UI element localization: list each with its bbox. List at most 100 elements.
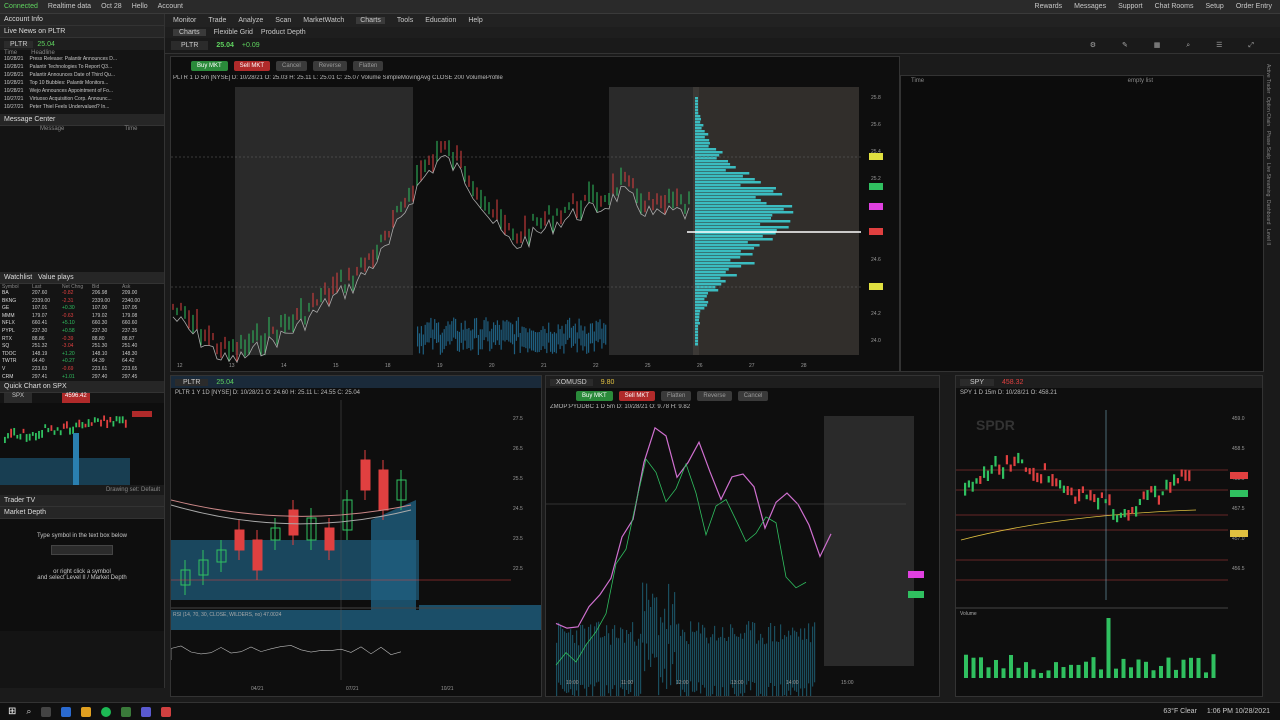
watchlist-row[interactable]: TDOC 148.19 +1.20 148.10 148.30 (0, 351, 164, 359)
watchlist-name[interactable]: Value plays (38, 274, 74, 281)
news-item[interactable]: 10/28/21 Top 10 Bubbles: Palantir Monitor… (0, 80, 164, 88)
status-account[interactable]: Account (158, 3, 183, 10)
setup-link[interactable]: Setup (1206, 3, 1224, 10)
watchlist-row[interactable]: NFLX 660.41 +5.10 660.30 660.60 (0, 320, 164, 328)
watchlist-row[interactable]: MMM 179.07 -0.63 179.02 179.08 (0, 313, 164, 321)
chart-spy[interactable]: SPY 458.32 SPY 1 D 15m D: 10/28/21 O: 45… (955, 375, 1263, 697)
c3-volume-bar (726, 640, 728, 696)
sell-mkt-button[interactable]: Sell MKT (233, 61, 271, 71)
search-icon[interactable]: ⌕ (26, 706, 31, 717)
spotify-icon[interactable] (101, 706, 112, 717)
watchlist-row[interactable]: RTX 88.86 -0.39 88.80 88.87 (0, 336, 164, 344)
wl-cell-l: 223.63 (32, 365, 48, 372)
news-item[interactable]: 10/28/21 Palantir Technologies To Report … (0, 64, 164, 72)
news-item[interactable]: 10/27/21 Virtuoso Acquisition Corp. Annou… (0, 96, 164, 104)
rewards-link[interactable]: Rewards (1035, 3, 1063, 10)
news-item[interactable]: 10/27/21 Peter Thiel Feels Undervalued? I… (0, 104, 164, 112)
x-tick: 18 (385, 363, 391, 369)
watchlist-row[interactable]: TWTR 64.40 +0.27 64.39 64.42 (0, 358, 164, 366)
thinkorswim-icon[interactable] (121, 706, 132, 717)
menu-analyze[interactable]: Analyze (238, 17, 263, 24)
weather-widget[interactable]: 63°F Clear (1163, 708, 1197, 715)
tab-dashboard[interactable]: Dashboard (1265, 200, 1271, 224)
news-item[interactable]: 10/28/21 Press Release: Palantir Announce… (0, 56, 164, 64)
news-item[interactable]: 10/28/21 Palantir Announces Date of Third… (0, 72, 164, 80)
trader-tv-header[interactable]: Trader TV (0, 495, 164, 508)
chart-xom-intraday[interactable]: XOMUSD 9.80 Buy MKT Sell MKT Flatten Rev… (545, 375, 940, 697)
account-info-header[interactable]: Account Info (0, 14, 164, 26)
order-entry-link[interactable]: Order Entry (1236, 3, 1272, 10)
message-center-header[interactable]: Message Center (0, 114, 164, 126)
edge-icon[interactable] (61, 706, 72, 717)
c3-buy-button[interactable]: Buy MKT (576, 391, 613, 401)
chatrooms-link[interactable]: Chat Rooms (1155, 3, 1194, 10)
main-chart[interactable]: Buy MKT Sell MKT Cancel Reverse Flatten … (170, 56, 900, 372)
watchlist-header[interactable]: Watchlist Value plays (0, 272, 164, 284)
tab-active-trader[interactable]: Active Trader (1265, 64, 1271, 93)
quick-chart[interactable] (0, 403, 164, 486)
menu-trade[interactable]: Trade (208, 17, 226, 24)
menu-education[interactable]: Education (425, 17, 456, 24)
tab-level-ii[interactable]: Level II (1265, 229, 1271, 245)
buy-mkt-button[interactable]: Buy MKT (191, 61, 228, 71)
menu-monitor[interactable]: Monitor (173, 17, 196, 24)
menu-charts[interactable]: Charts (356, 17, 385, 24)
reverse-button[interactable]: Reverse (312, 61, 348, 71)
folder-icon[interactable] (81, 706, 92, 717)
c3-afterhours-shade (824, 416, 914, 666)
c3-symbol-input[interactable]: XOMUSD (550, 378, 593, 386)
menu-help[interactable]: Help (468, 17, 482, 24)
windows-start-icon[interactable]: ⊞ (8, 706, 16, 717)
c3-flatten-button[interactable]: Flatten (661, 391, 692, 401)
toolbar-icons[interactable]: ⚙ ✎ ▦ ⌕ ☰ ⤢ (1090, 41, 1280, 50)
tab-live-streaming[interactable]: Live Streaming (1265, 163, 1271, 196)
watchlist-row[interactable]: BKNG 2339.00 -2.31 2339.00 2340.00 (0, 298, 164, 306)
quick-chart-header[interactable]: Quick Chart on SPX (0, 381, 164, 394)
c4-candle (1150, 486, 1153, 493)
messages-link[interactable]: Messages (1074, 3, 1106, 10)
c3-header: ZMOP:PYDDBC 1 D 5m D: 10/28/21 O: 9.78 H… (550, 404, 691, 410)
col-message[interactable]: Message (40, 126, 64, 132)
watchlist-row[interactable]: SQ 251.32 -3.04 251.30 251.40 (0, 343, 164, 351)
menu-marketwatch[interactable]: MarketWatch (303, 17, 344, 24)
c3-sell-button[interactable]: Sell MKT (618, 391, 656, 401)
task-view-icon[interactable] (41, 706, 52, 717)
live-news-header[interactable]: Live News on PLTR (0, 26, 164, 38)
support-link[interactable]: Support (1118, 3, 1143, 10)
watchlist-row[interactable]: GE 107.01 +0.30 107.00 107.05 (0, 305, 164, 313)
chart-pltr-daily[interactable]: PLTR 25.04 PLTR 1 Y 1D [NYSE] D: 10/28/2… (170, 375, 542, 697)
volume-profile-bar (695, 328, 698, 331)
flatten-button[interactable]: Flatten (353, 61, 384, 71)
qc-drawing-set[interactable]: Drawing set: Default (106, 487, 164, 493)
c4-symbol-input[interactable]: SPY (960, 378, 995, 386)
news-symbol-input[interactable]: PLTR (4, 40, 34, 48)
tab-charts[interactable]: Charts (173, 29, 206, 36)
tab-product-depth[interactable]: Product Depth (261, 29, 306, 36)
col-msg-time[interactable]: Time (124, 126, 137, 132)
c2-symbol-input[interactable]: PLTR (175, 378, 209, 386)
app-icon[interactable] (141, 706, 152, 717)
menu-scan[interactable]: Scan (275, 17, 291, 24)
market-depth-header[interactable]: Market Depth (0, 507, 164, 520)
c3-reverse-button[interactable]: Reverse (697, 391, 732, 401)
watchlist-row[interactable]: PYPL 237.30 +0.58 237.30 237.35 (0, 328, 164, 336)
watchlist-row[interactable]: V 223.63 -0.69 223.61 223.65 (0, 366, 164, 374)
c2-plot[interactable]: 27.5 26.5 25.5 24.5 23.5 22.5 RSI (14, 70, 30,… (171, 400, 541, 696)
tab-flexible-grid[interactable]: Flexible Grid (214, 29, 253, 36)
watchlist-row[interactable]: CRM 297.41 +1.01 297.40 297.45 (0, 374, 164, 382)
clock[interactable]: 1:06 PM 10/28/2021 (1207, 708, 1280, 715)
c3-plot[interactable]: 10:00 11:00 12:00 13:00 14:00 15:00 (546, 416, 939, 696)
c4-plot[interactable]: SPDRVolume459.0458.5458.0457.5457.0456.5 (956, 400, 1262, 696)
c3-cancel-button[interactable]: Cancel (737, 391, 769, 401)
md-symbol-input[interactable] (51, 545, 113, 556)
qc-symbol-input[interactable]: SPX (4, 393, 33, 404)
main-price-plot[interactable]: 25.825.625.425.225.024.824.624.424.224.0… (171, 87, 899, 371)
news-item[interactable]: 10/28/21 Wejo Announces Appointment of Fo… (0, 88, 164, 96)
chart-symbol-input[interactable]: PLTR (171, 41, 209, 50)
tab-option-chain[interactable]: Option Chain (1265, 97, 1271, 126)
menu-tools[interactable]: Tools (397, 17, 413, 24)
app-icon-2[interactable] (161, 706, 172, 717)
cancel-button[interactable]: Cancel (276, 61, 307, 71)
tab-phase-scalp[interactable]: Phase Scalp (1265, 131, 1271, 159)
watchlist-row[interactable]: BA 207.60 -0.82 206.98 209.00 (0, 290, 164, 298)
